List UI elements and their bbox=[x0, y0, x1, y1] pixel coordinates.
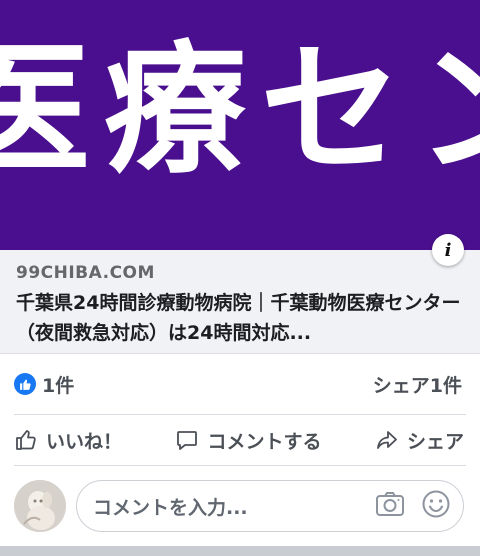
comment-input-placeholder: コメントを入力... bbox=[93, 496, 248, 519]
speech-bubble-icon bbox=[175, 428, 199, 452]
like-button[interactable]: いいね！ bbox=[14, 427, 122, 454]
feed-separator bbox=[0, 546, 480, 556]
camera-icon[interactable] bbox=[375, 490, 405, 522]
share-button[interactable]: シェア bbox=[375, 427, 464, 454]
link-title: 千葉県24時間診療動物病院｜千葉動物医療センター（夜間救急対応）は24時間対応.… bbox=[16, 292, 461, 344]
emoji-icon[interactable] bbox=[421, 489, 451, 523]
link-domain: 99CHIBA.COM bbox=[16, 263, 155, 283]
comment-button-label: コメントする bbox=[207, 430, 322, 453]
comment-input[interactable]: コメントを入力... bbox=[76, 480, 464, 532]
comment-input-icons bbox=[375, 489, 451, 523]
comment-composer: コメントを入力... bbox=[0, 476, 480, 536]
link-preview-image[interactable]: 医療センタ bbox=[0, 0, 480, 250]
like-button-label: いいね！ bbox=[46, 430, 123, 453]
share-count[interactable]: シェア1件 bbox=[373, 371, 462, 398]
divider bbox=[14, 465, 466, 466]
avatar[interactable] bbox=[14, 480, 66, 532]
like-count-label: 1件 bbox=[42, 374, 75, 397]
post-card: 医療センタ i 99CHIBA.COM 千葉県24時間診療動物病院｜千葉動物医療… bbox=[0, 0, 480, 556]
link-preview[interactable]: 99CHIBA.COM 千葉県24時間診療動物病院｜千葉動物医療センター（夜間救… bbox=[0, 250, 480, 354]
like-count[interactable]: 1件 bbox=[14, 371, 74, 398]
banner-text: 医療センタ bbox=[0, 28, 480, 193]
share-arrow-icon bbox=[375, 428, 399, 452]
post-stats: 1件 シェア1件 bbox=[0, 354, 480, 414]
action-bar: いいね！ コメントする シェア bbox=[0, 415, 480, 465]
share-button-label: シェア bbox=[406, 430, 464, 453]
comment-button[interactable]: コメントする bbox=[175, 427, 322, 454]
info-icon[interactable]: i bbox=[432, 234, 464, 266]
thumbs-up-outline-icon bbox=[14, 428, 38, 452]
thumbs-up-icon bbox=[14, 373, 36, 395]
